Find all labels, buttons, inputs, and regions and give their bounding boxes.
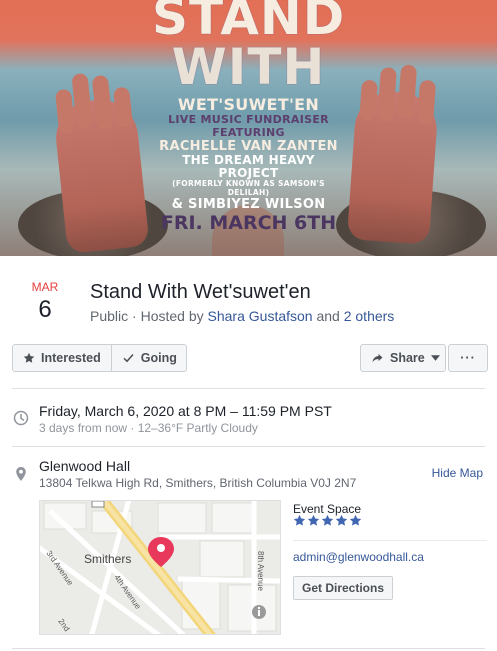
star-icon xyxy=(307,514,320,526)
cover-hand-right xyxy=(346,64,440,245)
get-directions-button[interactable]: Get Directions xyxy=(293,576,394,600)
star-icon xyxy=(349,514,362,526)
section-divider xyxy=(12,648,485,649)
more-options-icon: ··· xyxy=(460,351,476,365)
map-graphic: 3rd Avenue Smithers 4th Avenue 8th Avenu… xyxy=(40,501,280,634)
section-divider xyxy=(12,446,485,447)
star-icon xyxy=(335,514,348,526)
event-time[interactable]: Friday, March 6, 2020 at 8 PM – 11:59 PM… xyxy=(39,403,332,420)
cover-line: (FORMERLY KNOWN AS SAMSON'S DELILAH) xyxy=(172,179,325,197)
going-label: Going xyxy=(140,351,177,365)
cover-line: THE DREAM HEAVY PROJECT xyxy=(182,153,315,180)
map-street-label: 8th Avenue xyxy=(256,551,265,591)
event-header: MAR 6 Stand With Wet'suwet'en Public · H… xyxy=(0,256,497,376)
checkmark-icon xyxy=(123,354,134,363)
cover-hand-left xyxy=(52,72,150,254)
cover-line: RACHELLE VAN ZANTEN xyxy=(159,139,338,154)
clock-icon xyxy=(13,410,29,426)
venue-rating xyxy=(293,514,362,527)
map-info-icon xyxy=(252,605,266,619)
more-options-button[interactable]: ··· xyxy=(448,344,488,372)
venue-name[interactable]: Glenwood Hall xyxy=(39,458,130,475)
hide-map-link[interactable]: Hide Map xyxy=(432,466,483,480)
share-arrow-icon xyxy=(372,354,383,362)
event-time-detail: 3 days from now · 12–36°F Partly Cloudy xyxy=(39,421,258,435)
rsvp-buttons: Interested Going xyxy=(12,344,187,372)
event-day: 6 xyxy=(38,296,52,323)
venue-email-link[interactable]: admin@glenwoodhall.ca xyxy=(293,550,424,564)
cover-line: FRI. MARCH 6TH xyxy=(160,212,337,234)
location-pin-icon xyxy=(16,467,26,481)
and-label: and xyxy=(316,308,340,324)
chevron-down-icon xyxy=(430,355,440,361)
star-icon xyxy=(293,514,306,526)
cover-line: LIVE MUSIC FUNDRAISER FEATURING xyxy=(168,113,329,139)
host-link[interactable]: Shara Gustafson xyxy=(208,308,313,324)
event-title: Stand With Wet'suwet'en xyxy=(90,281,311,303)
cover-poster-text: STAND WITH WET'SUWET'EN LIVE MUSIC FUNDR… xyxy=(152,0,346,234)
event-cover-photo[interactable]: STAND WITH WET'SUWET'EN LIVE MUSIC FUNDR… xyxy=(0,0,497,256)
panel-divider xyxy=(293,540,487,541)
cover-line: & SIMBIYEZ WILSON xyxy=(171,197,326,212)
hosted-by-label: · Hosted by xyxy=(132,308,204,324)
share-button[interactable]: Share xyxy=(360,344,446,372)
privacy-label: Public xyxy=(90,308,129,324)
section-divider xyxy=(12,388,485,389)
interested-label: Interested xyxy=(41,351,101,365)
map-city-label: Smithers xyxy=(84,552,131,566)
star-icon xyxy=(23,352,35,363)
interested-button[interactable]: Interested xyxy=(13,345,111,371)
other-hosts-link[interactable]: 2 others xyxy=(344,308,395,324)
cover-line: WET'SUWET'EN xyxy=(177,95,320,114)
event-date-badge: MAR 6 xyxy=(22,280,68,324)
venue-map[interactable]: 3rd Avenue Smithers 4th Avenue 8th Avenu… xyxy=(39,500,281,635)
star-icon xyxy=(321,514,334,526)
cover-line: STAND xyxy=(152,0,346,46)
share-label: Share xyxy=(390,351,425,365)
event-subline: Public · Hosted by Shara Gustafson and 2… xyxy=(90,308,394,324)
event-month: MAR xyxy=(31,280,59,294)
cover-line: WITH xyxy=(171,38,326,96)
going-button[interactable]: Going xyxy=(110,345,187,371)
venue-address: 13804 Telkwa High Rd, Smithers, British … xyxy=(39,476,357,490)
